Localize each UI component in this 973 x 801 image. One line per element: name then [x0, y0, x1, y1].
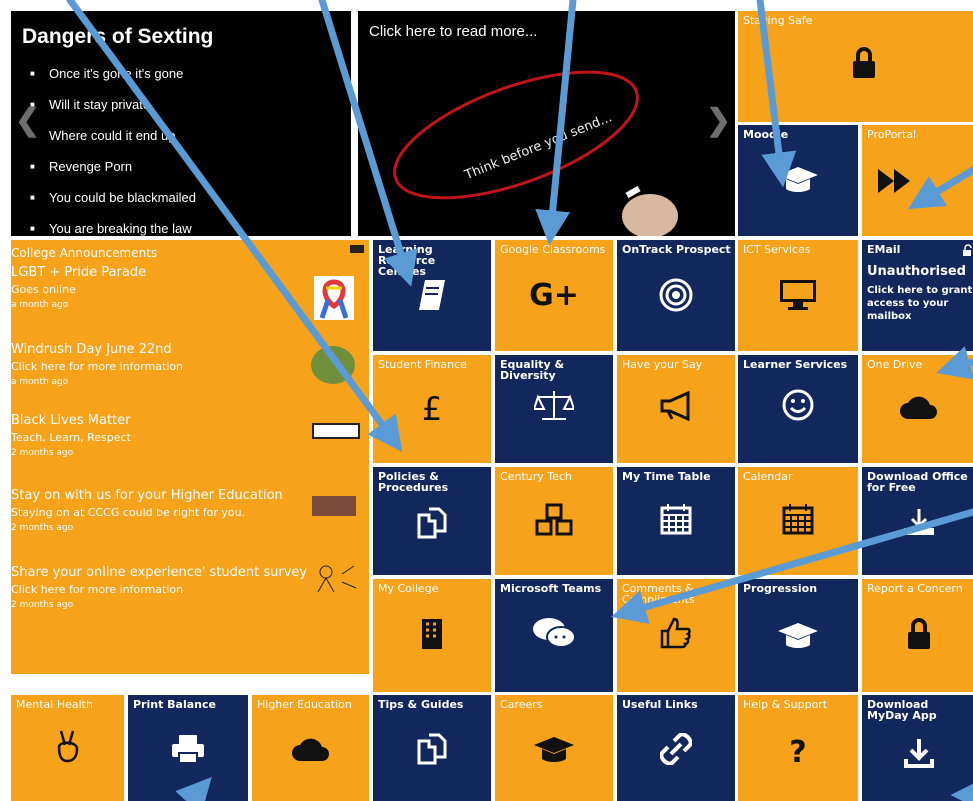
- tile-useful-links[interactable]: Useful Links: [617, 695, 735, 801]
- tile-calendar[interactable]: Calendar: [738, 467, 858, 575]
- cubes-icon: [535, 503, 573, 536]
- graduation-cap-icon: [534, 737, 574, 762]
- announcement-item[interactable]: Windrush Day June 22nd Click here for mo…: [11, 342, 311, 388]
- download-icon: [904, 739, 934, 768]
- tile-mental-health[interactable]: Mental Health: [11, 695, 124, 801]
- tile-moodle[interactable]: Moodle: [738, 125, 858, 236]
- tile-proportal[interactable]: ProPortal: [862, 125, 973, 236]
- google-plus-icon: G+: [529, 278, 579, 313]
- announcements-header: College Announcements: [11, 246, 158, 260]
- slide-bullet: Where could it end up: [30, 128, 196, 143]
- survey-drawing-thumbnail: [312, 562, 358, 594]
- graduation-cap-icon: [778, 167, 818, 192]
- sexting-slide[interactable]: Dangers of Sexting Once it's gone it's g…: [11, 11, 351, 236]
- think-ellipse-graphic: Think before you send...: [393, 70, 678, 236]
- ellipse-text: Think before you send...: [462, 110, 614, 183]
- tile-report-concern[interactable]: Report a Concern: [862, 579, 973, 692]
- tile-google-classrooms[interactable]: Google Classrooms G+: [495, 240, 613, 351]
- tile-staying-safe[interactable]: Staying Safe: [738, 11, 973, 122]
- tile-tips-guides[interactable]: Tips & Guides: [373, 695, 491, 801]
- tile-microsoft-teams[interactable]: Microsoft Teams: [495, 579, 613, 692]
- tile-print-balance[interactable]: Print Balance: [128, 695, 248, 801]
- tile-email[interactable]: EMail Unauthorised Click here to grant a…: [862, 240, 973, 351]
- tile-ontrack-prospect[interactable]: OnTrack Prospect: [617, 240, 735, 351]
- slide-bullets: Once it's gone it's gone Will it stay pr…: [11, 66, 196, 252]
- tile-ict-services[interactable]: ICT Services: [738, 240, 858, 351]
- announcement-item[interactable]: Share your online experience' student su…: [11, 565, 311, 611]
- tile-higher-education[interactable]: Higher Education: [252, 695, 369, 801]
- lock-icon: [908, 618, 930, 649]
- think-before-send-slide[interactable]: Click here to read more... Think before …: [358, 11, 735, 236]
- tile-have-your-say[interactable]: Have your Say: [617, 355, 735, 463]
- tile-download-office[interactable]: Download Office for Free: [862, 467, 973, 575]
- cloud-icon: [900, 396, 937, 419]
- tile-learner-services[interactable]: Learner Services: [738, 355, 858, 463]
- blm-thumbnail: [312, 423, 360, 439]
- tile-one-drive[interactable]: One Drive: [862, 355, 973, 463]
- building-icon: [422, 619, 442, 649]
- announcement-item[interactable]: Black Lives Matter Teach, Learn, Respect…: [11, 413, 311, 459]
- campus-thumbnail: [312, 496, 356, 516]
- college-announcements: College Announcements LGBT + Pride Parad…: [11, 240, 369, 674]
- lock-icon: [853, 47, 875, 78]
- smiley-icon: [782, 389, 814, 421]
- copy-icon: [417, 507, 447, 539]
- chevron-right-icon[interactable]: ❯: [706, 103, 731, 138]
- chevron-left-icon[interactable]: ❮: [15, 103, 40, 138]
- graduation-cap-icon: [778, 623, 818, 648]
- rss-icon[interactable]: [350, 245, 364, 253]
- calendar-icon: [660, 504, 692, 535]
- slide-bullet: Revenge Porn: [30, 159, 196, 174]
- tile-student-finance[interactable]: Student Finance £: [373, 355, 491, 463]
- copy-icon: [417, 733, 447, 765]
- slide-bullet: You could be blackmailed: [30, 190, 196, 205]
- slide-bullet: You are breaking the law: [30, 221, 196, 236]
- windrush-logo-thumbnail: [311, 346, 355, 384]
- tile-download-myday[interactable]: Download MyDay App: [862, 695, 973, 801]
- email-status: Unauthorised: [867, 264, 966, 279]
- tile-my-time-table[interactable]: My Time Table: [617, 467, 735, 575]
- tile-my-college[interactable]: My College: [373, 579, 491, 692]
- question-icon: ?: [789, 735, 807, 770]
- pound-icon: £: [421, 390, 443, 428]
- tile-comments-compliments[interactable]: Comments & Compliments: [617, 579, 735, 692]
- unlock-icon: [963, 244, 972, 256]
- tile-learning-resource-centres[interactable]: Learning Resource Centres: [373, 240, 491, 351]
- peace-hand-icon: [57, 730, 78, 763]
- target-icon: [659, 278, 693, 312]
- chat-icon: [533, 618, 576, 648]
- slide-bullet: Will it stay private: [30, 97, 196, 112]
- tile-progression[interactable]: Progression: [738, 579, 858, 692]
- cloud-icon: [291, 738, 329, 761]
- pride-ribbon-thumbnail: [314, 276, 354, 320]
- email-grant-access-link[interactable]: Click here to grant access to your mailb…: [867, 284, 973, 323]
- announcement-item[interactable]: Stay on with us for your Higher Educatio…: [11, 488, 311, 534]
- announcement-item[interactable]: LGBT + Pride Parade Goes online a month …: [11, 265, 311, 311]
- monitor-icon: [780, 280, 816, 310]
- megaphone-icon: [660, 391, 690, 421]
- thumbs-up-icon: [660, 617, 691, 649]
- scales-icon: [534, 391, 574, 420]
- link-icon: [660, 733, 692, 765]
- calendar-icon: [782, 504, 814, 535]
- tile-help-support[interactable]: Help & Support ?: [738, 695, 858, 801]
- slide-title: Dangers of Sexting: [22, 25, 214, 48]
- tile-century-tech[interactable]: Century Tech: [495, 467, 613, 575]
- book-icon: [419, 280, 445, 310]
- slide-bullet: Once it's gone it's gone: [30, 66, 196, 81]
- download-tray-icon: [904, 509, 934, 535]
- fast-forward-icon: [878, 169, 910, 193]
- printer-icon: [172, 735, 204, 764]
- tile-policies-procedures[interactable]: Policies & Procedures: [373, 467, 491, 575]
- tile-careers[interactable]: Careers: [495, 695, 613, 801]
- tile-equality-diversity[interactable]: Equality & Diversity: [495, 355, 613, 463]
